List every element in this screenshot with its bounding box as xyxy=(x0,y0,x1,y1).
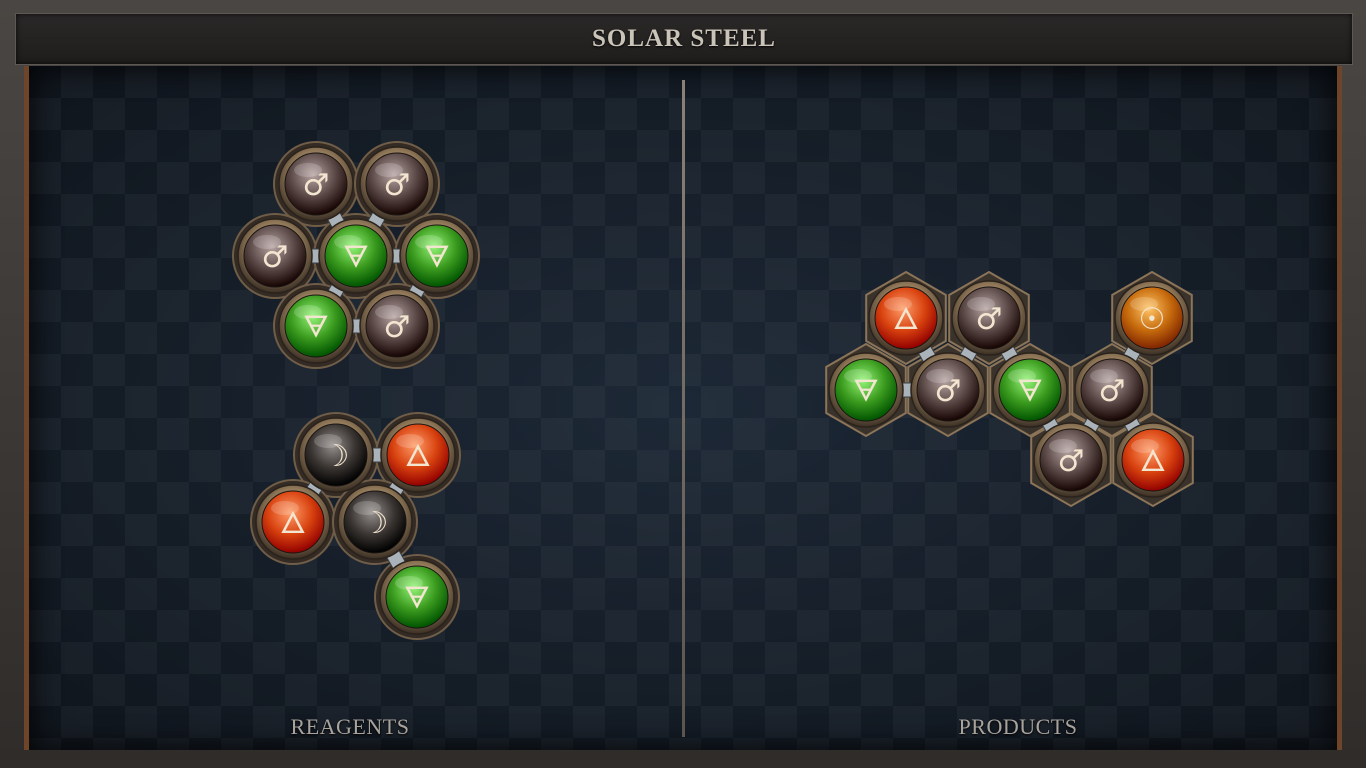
iron-symbol-icon: ♂ xyxy=(1099,374,1126,409)
atom-earth[interactable]: 🜃 xyxy=(278,288,354,364)
atom-earth[interactable]: 🜃 xyxy=(828,352,904,428)
atom-silver[interactable]: ☽ xyxy=(298,417,374,493)
atom-earth[interactable]: 🜃 xyxy=(399,218,475,294)
atom-iron[interactable]: ♂ xyxy=(359,288,435,364)
atom-fire[interactable]: 🜂 xyxy=(255,484,331,560)
atom-iron[interactable]: ♂ xyxy=(951,280,1027,356)
atom-iron[interactable]: ♂ xyxy=(278,146,354,222)
atom-earth[interactable]: 🜃 xyxy=(992,352,1068,428)
iron-symbol-icon: ♂ xyxy=(303,168,330,203)
atom-earth[interactable]: 🜃 xyxy=(318,218,394,294)
fire-symbol-icon: 🜂 xyxy=(405,439,431,474)
earth-symbol-icon: 🜃 xyxy=(343,240,369,275)
atom-gold[interactable]: ☉ xyxy=(1114,280,1190,356)
iron-symbol-icon: ♂ xyxy=(262,240,289,275)
atom-iron[interactable]: ♂ xyxy=(237,218,313,294)
atom-fire[interactable]: 🜂 xyxy=(1115,422,1191,498)
fire-symbol-icon: 🜂 xyxy=(280,506,306,541)
atom-fire[interactable]: 🜂 xyxy=(380,417,456,493)
iron-symbol-icon: ♂ xyxy=(935,374,962,409)
earth-symbol-icon: 🜃 xyxy=(303,310,329,345)
atom-fire[interactable]: 🜂 xyxy=(868,280,944,356)
iron-symbol-icon: ♂ xyxy=(1058,444,1085,479)
iron-symbol-icon: ♂ xyxy=(384,310,411,345)
earth-symbol-icon: 🜃 xyxy=(853,374,879,409)
iron-symbol-icon: ♂ xyxy=(976,302,1003,337)
gold-symbol-icon: ☉ xyxy=(1139,302,1166,337)
earth-symbol-icon: 🜃 xyxy=(404,581,430,616)
silver-symbol-icon: ☽ xyxy=(362,506,389,541)
earth-symbol-icon: 🜃 xyxy=(424,240,450,275)
fire-symbol-icon: 🜂 xyxy=(1140,444,1166,479)
iron-symbol-icon: ♂ xyxy=(384,168,411,203)
atom-iron[interactable]: ♂ xyxy=(1074,352,1150,428)
atom-iron[interactable]: ♂ xyxy=(1033,422,1109,498)
atom-silver[interactable]: ☽ xyxy=(337,484,413,560)
silver-symbol-icon: ☽ xyxy=(323,439,350,474)
atom-iron[interactable]: ♂ xyxy=(910,352,986,428)
fire-symbol-icon: 🜂 xyxy=(893,302,919,337)
molecules-canvas: ♂ ♂ ♂ 🜃 🜃 🜃 ♂ ☽ 🜂 🜂 ☽ 🜃 🜂 ♂ ☉ 🜃 ♂ 🜃 ♂ ♂ 🜂 xyxy=(232,141,1194,640)
earth-symbol-icon: 🜃 xyxy=(1017,374,1043,409)
atom-iron[interactable]: ♂ xyxy=(359,146,435,222)
atom-earth[interactable]: 🜃 xyxy=(379,559,455,635)
